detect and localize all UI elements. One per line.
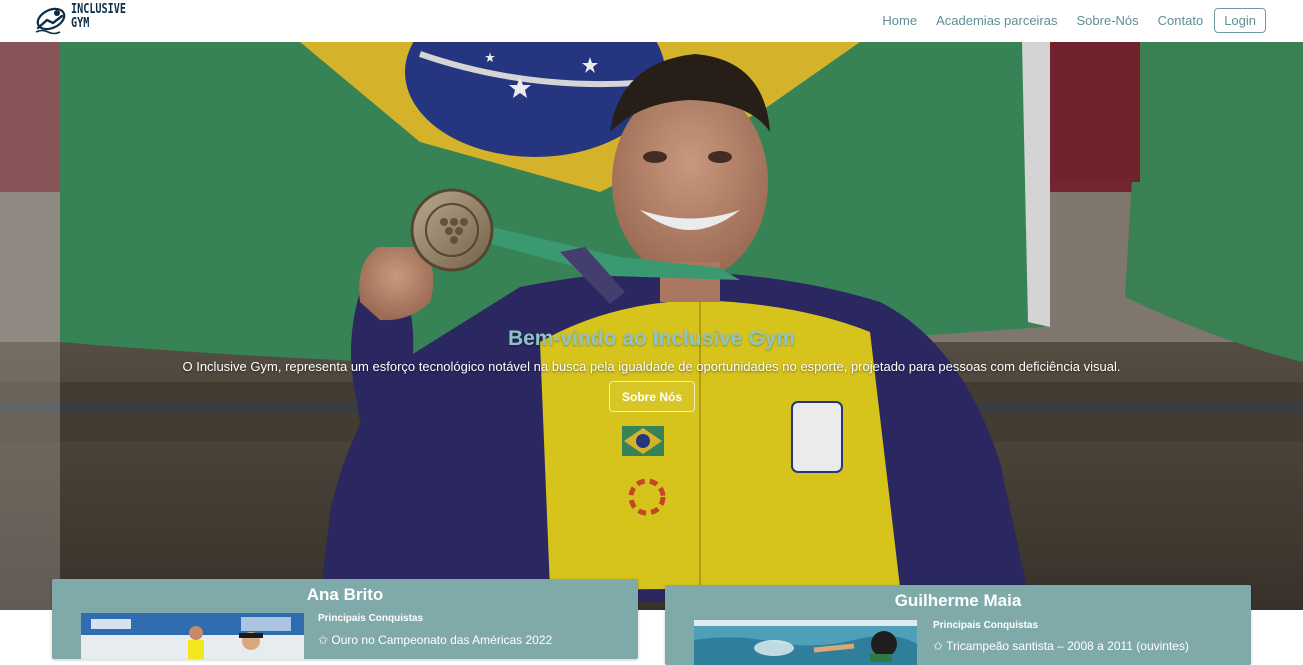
athlete-card: Ana Brito Principais Conquistas ✩ Ouro n… — [52, 579, 638, 659]
athlete-photo — [694, 620, 917, 665]
navbar: INCLUSIVE GYM Home Academias parceiras S… — [0, 0, 1303, 42]
athlete-card: Guilherme Maia Principais Conquistas ✩ T… — [665, 585, 1251, 665]
hero-section: Bem-vindo ao Inclusive Gym O Inclusive G… — [0, 42, 1303, 610]
athlete-name: Ana Brito — [306, 585, 384, 604]
hero-overlay — [0, 42, 1303, 610]
nav-link-academias-parceiras[interactable]: Academias parceiras — [936, 13, 1057, 28]
athlete-name: Guilherme Maia — [894, 591, 1022, 610]
nav-link-home[interactable]: Home — [882, 13, 917, 28]
hero-subtitle: O Inclusive Gym, representa um esforço t… — [182, 359, 1121, 374]
achievements-title: Principais Conquistas — [318, 613, 424, 624]
achievement-item: ✩ Tricampeão santista – 2008 a 2011 (ouv… — [933, 639, 1189, 653]
main-nav: Home Academias parceiras Sobre-Nós Conta… — [863, 8, 1266, 33]
achievements-title: Principais Conquistas — [933, 620, 1039, 631]
hero-title: Bem-vindo ao Inclusive Gym — [507, 327, 796, 350]
login-button[interactable]: Login — [1214, 8, 1266, 33]
sobre-nos-button[interactable]: Sobre Nós — [609, 381, 695, 412]
nav-link-contato[interactable]: Contato — [1158, 13, 1204, 28]
brand-wordmark: INCLUSIVE GYM — [71, 2, 126, 31]
achievement-item: ✩ Ouro no Campeonato das Américas 2022 — [318, 633, 553, 647]
brand-logo[interactable]: INCLUSIVE GYM — [33, 2, 126, 38]
athlete-photo — [81, 613, 304, 659]
swimmer-logo-icon — [35, 7, 66, 35]
nav-link-sobre-nos[interactable]: Sobre-Nós — [1077, 13, 1139, 28]
